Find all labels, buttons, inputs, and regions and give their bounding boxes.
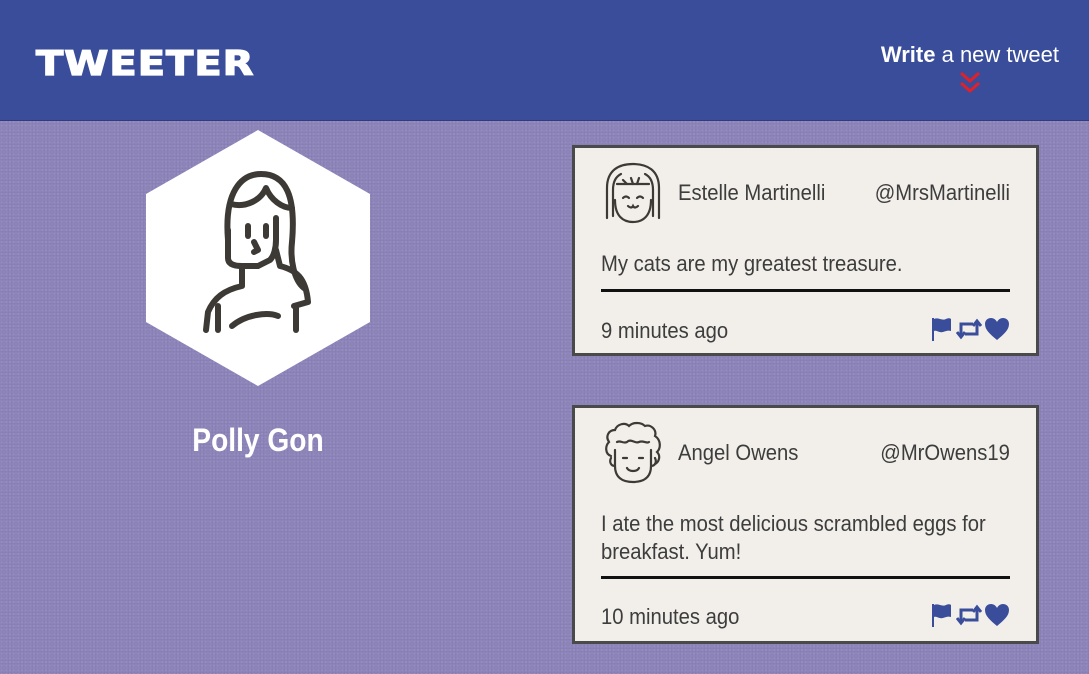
double-chevron-down-icon[interactable]	[958, 70, 982, 96]
app-logo[interactable]: TWEETER	[35, 40, 254, 88]
retweet-icon[interactable]	[956, 316, 982, 342]
tweet-text: My cats are my greatest treasure.	[601, 251, 903, 276]
tweet-card: Angel Owens @MrOwens19 I ate the most de…	[572, 405, 1039, 644]
tweet-author-handle[interactable]: @MrsMartinelli	[875, 178, 1010, 208]
tweet-author-handle[interactable]: @MrOwens19	[880, 438, 1010, 468]
top-nav: TWEETER Write a new tweet	[0, 0, 1089, 121]
heart-icon[interactable]	[984, 316, 1010, 342]
tweet-actions	[928, 602, 1012, 628]
compose-tweet-button[interactable]: Write a new tweet	[881, 40, 1059, 70]
tweet-text: I ate the most delicious scrambled eggs …	[601, 511, 986, 564]
retweet-icon[interactable]	[956, 602, 982, 628]
compose-label-rest: a new tweet	[935, 42, 1059, 67]
tweet-timestamp: 10 minutes ago	[601, 604, 740, 629]
tweet-divider	[601, 576, 1010, 579]
girl-avatar-icon	[601, 160, 665, 224]
profile-name: Polly Gon	[192, 422, 324, 458]
flag-icon[interactable]	[928, 316, 954, 342]
tweet-author-name: Angel Owens	[678, 440, 799, 465]
tweet-card: Estelle Martinelli @MrsMartinelli My cat…	[572, 145, 1039, 356]
compose-label-bold: Write	[880, 42, 936, 67]
tweet-timestamp: 9 minutes ago	[601, 318, 729, 343]
profile-avatar	[146, 130, 370, 386]
tweet-author-name: Estelle Martinelli	[678, 180, 826, 205]
curly-hair-avatar-icon	[601, 420, 665, 484]
flag-icon[interactable]	[928, 602, 954, 628]
tweet-actions	[928, 316, 1012, 342]
tweet-divider	[601, 289, 1010, 292]
heart-icon[interactable]	[984, 602, 1010, 628]
